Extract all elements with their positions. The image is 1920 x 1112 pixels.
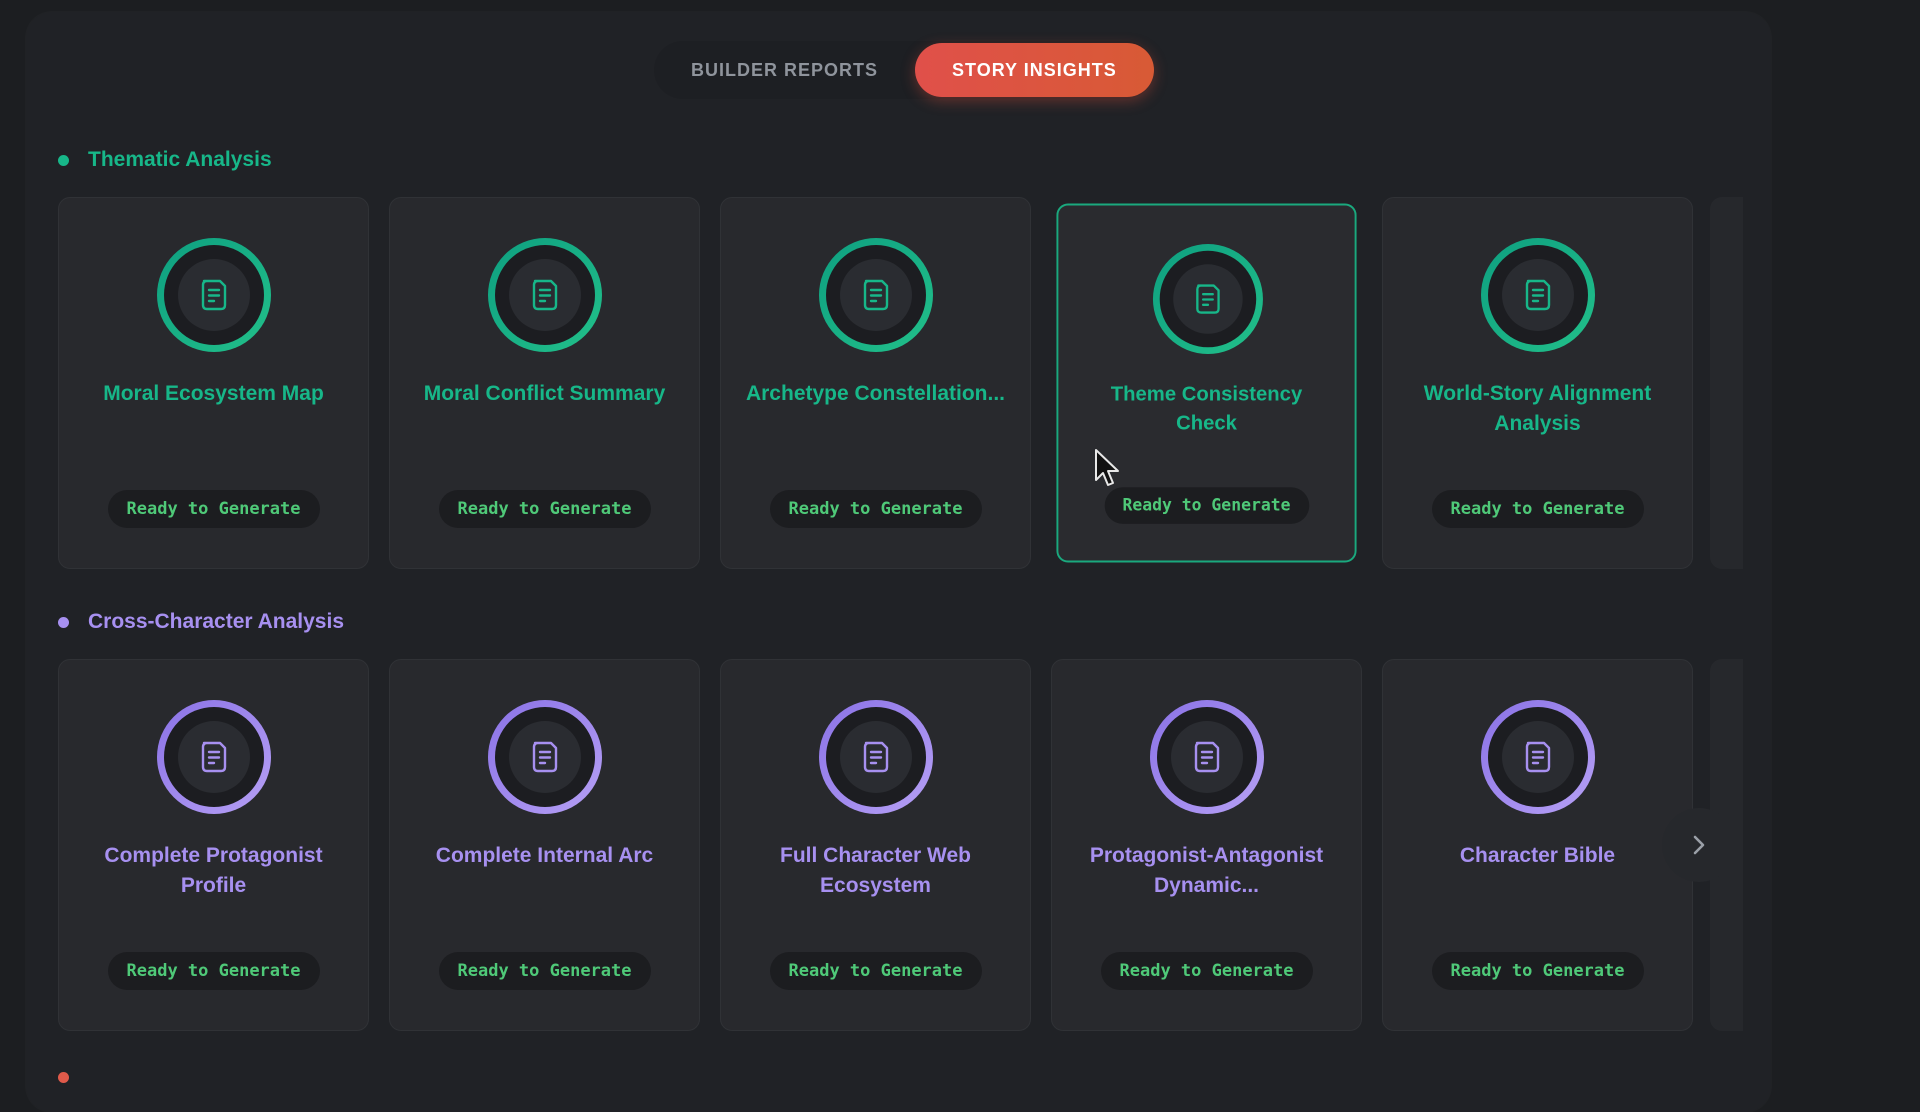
mouse-cursor-icon bbox=[1095, 449, 1119, 486]
status-badge: Ready to Generate bbox=[107, 490, 320, 528]
section-title-text: Thematic Analysis bbox=[88, 148, 272, 171]
cross-character-cards-row: Complete Protagonist Profile Ready to Ge… bbox=[58, 659, 1743, 1033]
card-title: Moral Conflict Summary bbox=[423, 382, 666, 405]
status-badge: Ready to Generate bbox=[438, 952, 651, 990]
next-card-edge bbox=[1710, 197, 1743, 569]
tab-builder-reports[interactable]: BUILDER REPORTS bbox=[654, 43, 915, 97]
card-title: World-Story Alignment Analysis bbox=[1423, 382, 1652, 435]
status-badge: Ready to Generate bbox=[1104, 487, 1309, 524]
document-icon-ring bbox=[488, 238, 602, 352]
document-icon bbox=[201, 279, 227, 311]
report-card-moral-ecosystem-map[interactable]: Moral Ecosystem Map Ready to Generate bbox=[58, 197, 369, 569]
report-card-complete-protagonist-profile[interactable]: Complete Protagonist Profile Ready to Ge… bbox=[58, 659, 369, 1031]
report-card-archetype-constellation[interactable]: Archetype Constellation... Ready to Gene… bbox=[720, 197, 1031, 569]
document-icon-ring bbox=[819, 700, 933, 814]
document-icon bbox=[863, 741, 889, 773]
document-icon bbox=[1196, 284, 1220, 314]
report-card-theme-consistency-check[interactable]: Theme Consistency Check Ready to Generat… bbox=[1056, 203, 1357, 563]
status-badge: Ready to Generate bbox=[769, 952, 982, 990]
document-icon-ring bbox=[157, 238, 271, 352]
status-badge: Ready to Generate bbox=[769, 490, 982, 528]
card-title: Complete Internal Arc bbox=[435, 844, 654, 867]
report-card-full-character-web-ecosystem[interactable]: Full Character Web Ecosystem Ready to Ge… bbox=[720, 659, 1031, 1031]
section-title-text: Cross-Character Analysis bbox=[88, 610, 344, 633]
report-card-character-bible[interactable]: Character Bible Ready to Generate bbox=[1382, 659, 1693, 1031]
document-icon-ring bbox=[1481, 700, 1595, 814]
report-tabs: BUILDER REPORTS STORY INSIGHTS bbox=[654, 41, 1154, 99]
document-icon-ring bbox=[488, 700, 602, 814]
document-icon-ring bbox=[1152, 244, 1263, 355]
section-title-thematic-analysis: Thematic Analysis bbox=[58, 148, 272, 172]
document-icon-ring bbox=[1481, 238, 1595, 352]
status-badge: Ready to Generate bbox=[1431, 490, 1644, 528]
document-icon-ring bbox=[157, 700, 271, 814]
status-badge: Ready to Generate bbox=[1431, 952, 1644, 990]
thematic-cards-row: Moral Ecosystem Map Ready to Generate Mo… bbox=[58, 197, 1743, 571]
card-title: Complete Protagonist Profile bbox=[104, 844, 323, 897]
report-card-complete-internal-arc[interactable]: Complete Internal Arc Ready to Generate bbox=[389, 659, 700, 1031]
section-dot bbox=[58, 1072, 69, 1083]
scroll-next-button[interactable] bbox=[1662, 808, 1736, 882]
status-badge: Ready to Generate bbox=[438, 490, 651, 528]
card-title: Archetype Constellation... bbox=[745, 382, 1006, 405]
status-badge: Ready to Generate bbox=[107, 952, 320, 990]
document-icon-ring bbox=[819, 238, 933, 352]
document-icon bbox=[863, 279, 889, 311]
document-icon bbox=[1525, 741, 1551, 773]
card-title: Full Character Web Ecosystem bbox=[780, 844, 971, 897]
card-title: Protagonist-Antagonist Dynamic... bbox=[1089, 844, 1324, 897]
chevron-right-icon bbox=[1693, 835, 1705, 855]
report-card-moral-conflict-summary[interactable]: Moral Conflict Summary Ready to Generate bbox=[389, 197, 700, 569]
next-section-peek bbox=[58, 1072, 88, 1083]
document-icon-ring bbox=[1150, 700, 1264, 814]
section-dot bbox=[58, 616, 69, 628]
card-title: Moral Ecosystem Map bbox=[103, 382, 324, 405]
document-icon bbox=[1525, 279, 1551, 311]
section-dot bbox=[58, 154, 69, 166]
document-icon bbox=[532, 279, 558, 311]
document-icon bbox=[1194, 741, 1220, 773]
tab-story-insights[interactable]: STORY INSIGHTS bbox=[915, 43, 1154, 97]
status-badge: Ready to Generate bbox=[1100, 952, 1313, 990]
card-title: Character Bible bbox=[1459, 844, 1616, 867]
section-title-cross-character-analysis: Cross-Character Analysis bbox=[58, 610, 344, 634]
document-icon bbox=[201, 741, 227, 773]
report-card-protagonist-antagonist-dynamic[interactable]: Protagonist-Antagonist Dynamic... Ready … bbox=[1051, 659, 1362, 1031]
document-icon bbox=[532, 741, 558, 773]
card-title: Theme Consistency Check bbox=[1110, 383, 1303, 435]
report-card-world-story-alignment-analysis[interactable]: World-Story Alignment Analysis Ready to … bbox=[1382, 197, 1693, 569]
